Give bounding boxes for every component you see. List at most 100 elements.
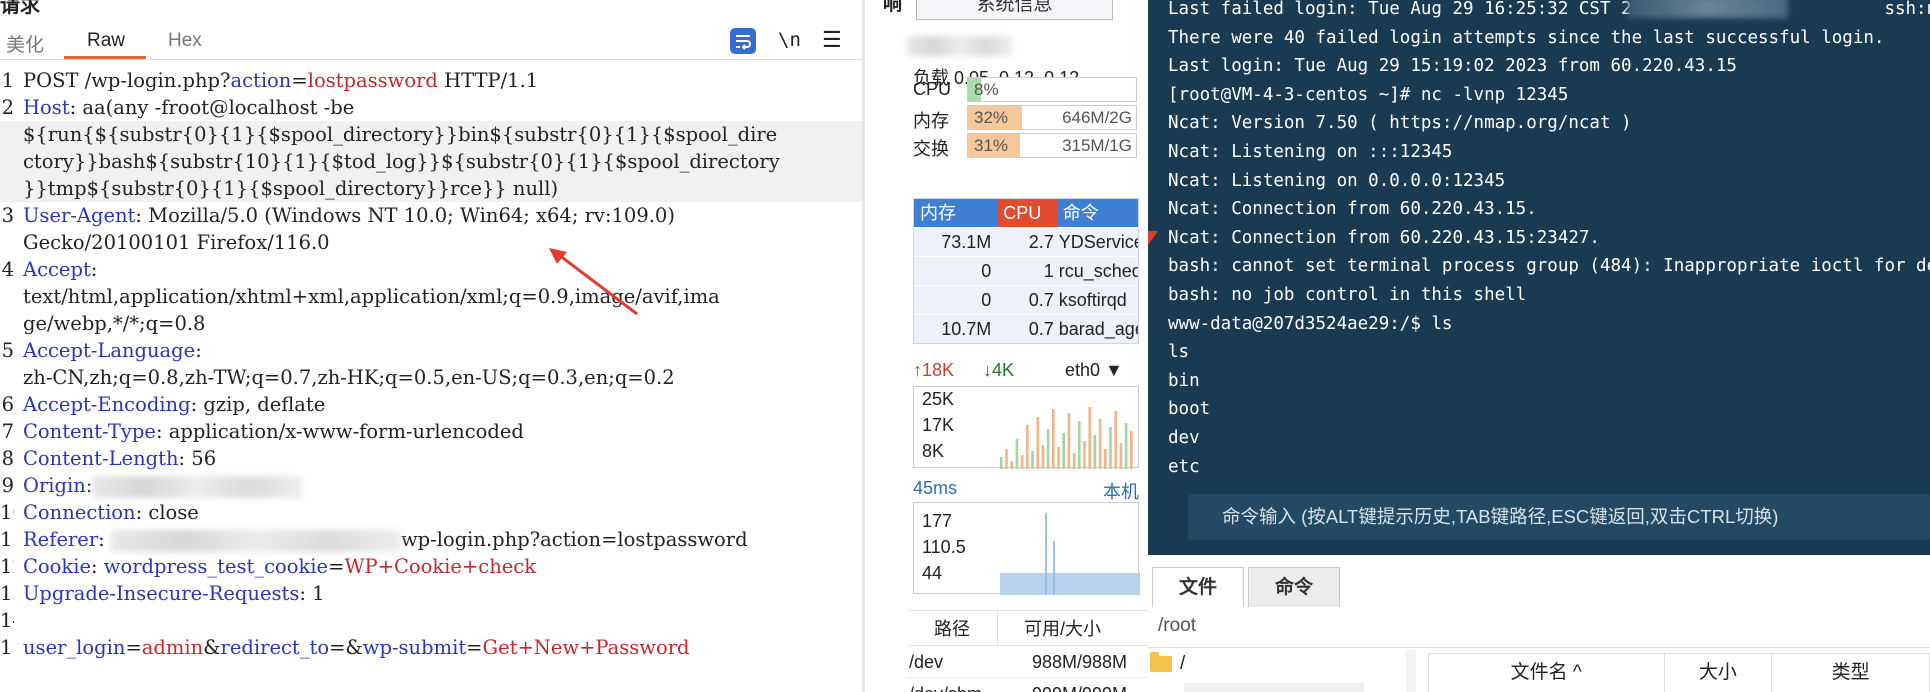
command-input[interactable]: 命令输入 (按ALT键提示历史,TAB键路径,ESC键返回,双击CTRL切换) bbox=[1188, 494, 1930, 540]
tab-beautify[interactable]: 美化 bbox=[6, 30, 44, 57]
terminal-line: boot bbox=[1168, 399, 1211, 420]
network-bar bbox=[1088, 407, 1091, 469]
code-line: 14 bbox=[0, 607, 862, 634]
code-text: Gecko/20100101 Firefox/116.0 bbox=[23, 231, 330, 254]
hamburger-menu-icon[interactable]: ☰ bbox=[822, 27, 842, 53]
redacted-value bbox=[92, 475, 303, 498]
line-number: 14 bbox=[0, 609, 14, 632]
code-key: wp-submit bbox=[362, 636, 467, 659]
column-size[interactable]: 大小 bbox=[1665, 654, 1773, 692]
process-memory: 0 bbox=[981, 261, 992, 281]
code-key: Referer bbox=[23, 528, 99, 551]
code-text: ge/webp,*/*;q=0.8 bbox=[23, 312, 206, 335]
code-key: Host bbox=[23, 96, 70, 119]
disk-available: 988M/988M bbox=[1031, 652, 1127, 672]
system-info-button[interactable]: 系统信息 bbox=[916, 0, 1113, 20]
tree-item-root[interactable]: / bbox=[1150, 651, 1185, 675]
terminal-line: bash: no job control in this shell bbox=[1168, 284, 1527, 305]
code-text: : 56 bbox=[178, 447, 217, 470]
file-manager: 文件 命令 /root / 文件名 ^ 大小 类型 bbox=[1148, 555, 1930, 692]
column-command[interactable]: 命令 bbox=[1056, 199, 1138, 227]
line-number: 3 bbox=[1, 204, 14, 227]
code-key: redirect_to bbox=[220, 636, 330, 659]
code-line: 13 Upgrade-Insecure-Requests: 1 bbox=[0, 580, 862, 607]
code-text: & bbox=[203, 636, 221, 659]
process-row[interactable]: 0 1 rcu_sched bbox=[914, 256, 1138, 285]
code-text: zh-CN,zh;q=0.8,zh-TW;q=0.7,zh-HK;q=0.5,e… bbox=[23, 366, 675, 389]
process-memory: 0 bbox=[981, 290, 992, 310]
process-memory: 73.1M bbox=[941, 232, 992, 252]
resource-value: 646M/2G bbox=[1062, 108, 1132, 127]
code-text: : aa(any -froot@localhost -be bbox=[69, 96, 355, 119]
latency-target[interactable]: 本机 bbox=[1103, 478, 1139, 504]
network-graph: 25K 17K 8K bbox=[913, 386, 1139, 469]
disk-row[interactable]: /dev/shm999M/999M bbox=[907, 678, 1148, 692]
process-row[interactable]: 10.7M 0.7barad_agent bbox=[914, 314, 1138, 343]
code-text: =& bbox=[329, 636, 363, 659]
code-text: : close bbox=[135, 501, 199, 524]
line-number: 1 bbox=[1, 69, 14, 92]
process-row[interactable]: 73.1M 2.7 YDService bbox=[914, 227, 1138, 256]
line-number: 4 bbox=[1, 258, 14, 281]
terminal-line: Last failed login: Tue Aug 29 16:25:32 C… bbox=[1168, 0, 1930, 19]
folder-icon bbox=[1150, 651, 1172, 672]
code-line: ge/webp,*/*;q=0.8 bbox=[0, 310, 862, 337]
resource-percent: 31% bbox=[974, 136, 1009, 155]
redacted-ip bbox=[907, 36, 1012, 56]
terminal-line: Ncat: Connection from 60.220.43.15. bbox=[1168, 199, 1537, 220]
network-bar bbox=[1015, 439, 1019, 469]
partial-heading: 响 bbox=[883, 0, 903, 15]
code-value: admin bbox=[141, 636, 204, 659]
code-text: : bbox=[195, 339, 202, 362]
code-value: Get+New+Password bbox=[482, 636, 690, 659]
code-line: 9 Origin: bbox=[0, 472, 862, 499]
code-key: Upgrade-Insecure-Requests bbox=[23, 582, 300, 605]
code-line: 5 Accept-Language: bbox=[0, 337, 862, 364]
tab-commands[interactable]: 命令 bbox=[1248, 567, 1340, 607]
file-list-header: 文件名 ^ 大小 类型 bbox=[1428, 653, 1930, 692]
code-key: User-Agent bbox=[23, 204, 136, 227]
tree-item[interactable] bbox=[1184, 683, 1364, 692]
code-text: : application/x-www-form-urlencoded bbox=[155, 420, 524, 443]
disk-path: /dev bbox=[909, 652, 944, 672]
tab-hex[interactable]: Hex bbox=[168, 30, 202, 52]
code-value: lostpassword bbox=[307, 69, 438, 92]
tab-files[interactable]: 文件 bbox=[1152, 567, 1244, 607]
code-key: Content-Length bbox=[23, 447, 179, 470]
pane-splitter[interactable] bbox=[1406, 650, 1416, 692]
code-text: wp-login.php?action=lostpassword bbox=[400, 528, 748, 551]
column-path[interactable]: 路径 bbox=[907, 611, 997, 645]
column-memory[interactable]: 内存 bbox=[914, 199, 998, 227]
terminal-line: etc bbox=[1168, 456, 1200, 477]
column-type[interactable]: 类型 bbox=[1772, 654, 1930, 692]
line-number: 13 bbox=[0, 582, 14, 605]
terminal-line: [root@VM-4-3-centos ~]# nc -lvnp 12345 bbox=[1168, 84, 1569, 105]
resource-bar: 32% 646M/2G bbox=[967, 105, 1137, 130]
show-newlines-button[interactable]: \n bbox=[778, 29, 801, 51]
network-bar bbox=[1000, 457, 1003, 469]
terminal-line: There were 40 failed login attempts sinc… bbox=[1168, 27, 1885, 48]
code-key: Accept bbox=[23, 258, 91, 281]
disk-row[interactable]: /dev 988M/988M bbox=[907, 646, 1148, 678]
wrap-lines-icon[interactable] bbox=[730, 28, 756, 54]
disk-table-header: 路径 可用/大小 bbox=[907, 610, 1148, 646]
process-cpu: 1 bbox=[1043, 261, 1054, 281]
system-info-panel: 响 系统信息 负载 0.05, 0.12, 0.12 CPU8%内存32%646… bbox=[862, 0, 1148, 692]
code-line: 11 Referer: wp-login.php?action=lostpassw… bbox=[0, 526, 862, 553]
network-interface-select[interactable]: eth0 ▼ bbox=[1065, 360, 1123, 381]
code-line: ctory}}bash${substr{10}{1}{$tod_log}}${s… bbox=[0, 148, 862, 175]
column-filename[interactable]: 文件名 ^ bbox=[1429, 654, 1665, 692]
process-row[interactable]: 0 0.7 ksoftirqd bbox=[914, 285, 1138, 314]
code-line: 12 Cookie: wordpress_test_cookie=WP+Cooki… bbox=[0, 553, 862, 580]
terminal[interactable]: Last failed login: Tue Aug 29 16:25:32 C… bbox=[1148, 0, 1930, 555]
current-path[interactable]: /root bbox=[1158, 615, 1196, 637]
code-text: text/html,application/xhtml+xml,applicat… bbox=[23, 285, 720, 308]
column-available[interactable]: 可用/大小 bbox=[997, 611, 1127, 645]
code-line: 3 User-Agent: Mozilla/5.0 (Windows NT 10.… bbox=[0, 202, 862, 229]
tab-raw[interactable]: Raw bbox=[87, 30, 125, 52]
request-editor[interactable]: 1 POST /wp-login.php?action=lostpassword … bbox=[0, 67, 862, 661]
terminal-line: dev bbox=[1168, 427, 1200, 448]
column-cpu[interactable]: CPU bbox=[997, 199, 1057, 227]
code-line: Gecko/20100101 Firefox/116.0 bbox=[0, 229, 862, 256]
request-panel-title: 请求 bbox=[0, 0, 40, 17]
